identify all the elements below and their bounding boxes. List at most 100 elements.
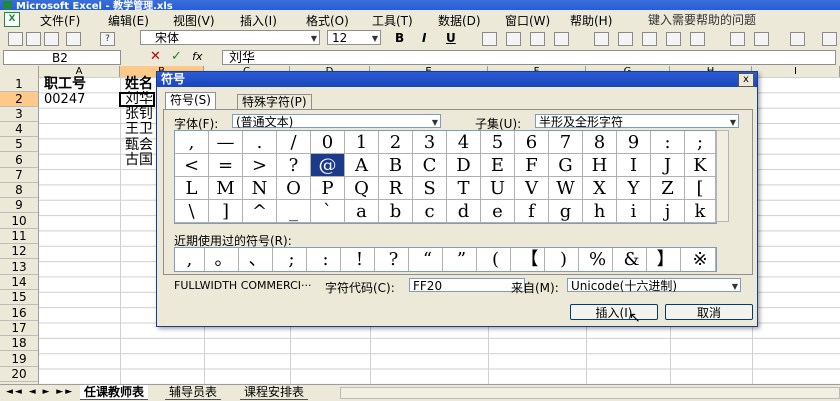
symbol-cell[interactable]: < <box>175 154 209 177</box>
row-header[interactable]: 13 <box>0 260 38 275</box>
insert-function-icon[interactable]: fx <box>192 50 202 63</box>
menu-format[interactable]: 格式(O) <box>306 12 349 29</box>
symbol-cell[interactable]: V <box>515 177 549 200</box>
symbol-cell[interactable]: D <box>447 154 481 177</box>
from-select[interactable]: Unicode(十六进制) ▼ <box>567 278 741 293</box>
recent-symbol-cell[interactable]: ! <box>345 248 375 271</box>
symbol-grid-scrollbar[interactable] <box>716 130 729 222</box>
recent-symbol-cell[interactable]: 【 <box>515 248 545 271</box>
tab-special-characters[interactable]: 特殊字符(P) <box>237 94 312 110</box>
recent-symbol-cell[interactable]: , <box>175 248 205 271</box>
symbol-cell[interactable]: i <box>617 200 651 223</box>
symbol-grid[interactable]: , — . / 0 1 2 3 4 5 6 7 8 9 : ; < = > ? … <box>174 130 717 224</box>
recent-symbol-cell[interactable]: ※ <box>685 248 716 271</box>
cell-b1[interactable]: 姓名 <box>125 77 153 92</box>
recent-symbol-cell[interactable]: : <box>311 248 341 271</box>
row-header[interactable]: 12 <box>0 244 38 259</box>
decrease-indent-icon[interactable] <box>730 32 745 46</box>
cell-a2[interactable]: 00247 <box>44 92 85 107</box>
recent-symbol-cell[interactable]: ( <box>481 248 511 271</box>
sheet-nav-arrows-icon[interactable]: ◄◄ ◄ ► ►► <box>6 387 74 397</box>
symbol-cell[interactable]: = <box>209 154 243 177</box>
symbol-cell[interactable]: 1 <box>345 131 379 154</box>
cell-b4[interactable]: 王卫 <box>125 122 153 137</box>
recent-symbols-row[interactable]: , 。 、 ; : ! ? “ ” ( 【 ) % & 】 ※ <box>174 247 717 272</box>
recent-symbol-cell[interactable]: 、 <box>243 248 273 271</box>
symbol-cell[interactable]: O <box>277 177 311 200</box>
symbol-cell[interactable]: L <box>175 177 209 200</box>
italic-button[interactable]: I <box>422 31 426 45</box>
align-left-icon[interactable] <box>482 32 497 46</box>
symbol-cell[interactable]: g <box>549 200 583 223</box>
symbol-cell[interactable]: — <box>209 131 243 154</box>
symbol-cell[interactable]: C <box>413 154 447 177</box>
symbol-cell[interactable]: / <box>277 131 311 154</box>
symbol-cell[interactable]: . <box>243 131 277 154</box>
decrease-decimal-icon[interactable] <box>690 32 705 46</box>
cancel-x-icon[interactable]: ✕ <box>150 49 161 64</box>
select-all-corner[interactable] <box>0 66 39 77</box>
symbol-cell[interactable]: Y <box>617 177 651 200</box>
symbol-cell[interactable]: e <box>481 200 515 223</box>
symbol-cell[interactable]: S <box>413 177 447 200</box>
symbol-cell[interactable]: b <box>379 200 413 223</box>
increase-indent-icon[interactable] <box>754 32 769 46</box>
cell-a1[interactable]: 职工号 <box>44 77 86 92</box>
symbol-cell[interactable]: ? <box>277 154 311 177</box>
symbol-cell[interactable]: [ <box>685 177 716 200</box>
comma-style-icon[interactable] <box>642 32 657 46</box>
row-header[interactable]: 4 <box>0 122 38 137</box>
recent-symbol-cell[interactable]: 】 <box>651 248 681 271</box>
symbol-cell[interactable]: J <box>651 154 685 177</box>
symbol-cell[interactable]: ` <box>311 200 345 223</box>
column-header-i[interactable]: I <box>752 66 840 77</box>
open-folder-icon[interactable] <box>26 32 41 46</box>
row-header[interactable]: 2 <box>0 92 38 107</box>
symbol-cell[interactable]: X <box>583 177 617 200</box>
row-header[interactable]: 18 <box>0 336 38 351</box>
symbol-cell[interactable]: R <box>379 177 413 200</box>
menu-file[interactable]: 文件(F) <box>40 12 80 29</box>
symbol-cell[interactable]: ; <box>685 131 716 154</box>
symbol-cell[interactable]: , <box>175 131 209 154</box>
menu-view[interactable]: 视图(V) <box>173 12 215 29</box>
underline-button[interactable]: U <box>446 31 456 45</box>
recent-symbol-cell[interactable]: 。 <box>209 248 239 271</box>
symbol-cell[interactable]: I <box>617 154 651 177</box>
symbol-cell[interactable]: 6 <box>515 131 549 154</box>
symbol-cell[interactable]: T <box>447 177 481 200</box>
menu-window[interactable]: 窗口(W) <box>505 12 550 29</box>
recent-symbol-cell[interactable]: ? <box>379 248 409 271</box>
symbol-cell[interactable]: ] <box>209 200 243 223</box>
recent-symbol-cell[interactable]: ; <box>277 248 307 271</box>
row-header[interactable]: 10 <box>0 214 38 229</box>
tab-symbols[interactable]: 符号(S) <box>165 92 216 110</box>
symbol-cell[interactable]: 8 <box>583 131 617 154</box>
symbol-cell[interactable]: N <box>243 177 277 200</box>
help-search-input[interactable]: 键入需要帮助的问题 <box>648 11 808 27</box>
symbol-cell[interactable]: F <box>515 154 549 177</box>
sheet-tab-teachers[interactable]: 任课教师表 <box>80 385 149 400</box>
recent-symbol-cell[interactable]: ) <box>549 248 579 271</box>
symbol-cell[interactable]: M <box>209 177 243 200</box>
horizontal-scrollbar[interactable] <box>340 387 840 399</box>
symbol-cell[interactable]: 4 <box>447 131 481 154</box>
borders-icon[interactable] <box>790 32 805 46</box>
align-center-icon[interactable] <box>506 32 521 46</box>
symbol-cell[interactable]: B <box>379 154 413 177</box>
symbol-cell-selected[interactable]: @ <box>311 154 345 177</box>
symbol-cell[interactable]: K <box>685 154 716 177</box>
symbol-cell[interactable]: A <box>345 154 379 177</box>
row-header[interactable]: 20 <box>0 367 38 382</box>
row-header[interactable]: 14 <box>0 275 38 290</box>
row-header[interactable]: 16 <box>0 306 38 321</box>
row-header[interactable]: 8 <box>0 183 38 198</box>
cell-b5[interactable]: 甄会 <box>125 138 153 153</box>
symbol-cell[interactable]: : <box>651 131 685 154</box>
confirm-check-icon[interactable]: ✓ <box>171 49 182 64</box>
row-header[interactable]: 7 <box>0 168 38 183</box>
cell-b6[interactable]: 古国 <box>125 153 153 168</box>
menu-edit[interactable]: 编辑(E) <box>108 12 149 29</box>
row-header[interactable]: 19 <box>0 352 38 367</box>
font-size-select[interactable]: 12 ▼ <box>327 30 381 45</box>
